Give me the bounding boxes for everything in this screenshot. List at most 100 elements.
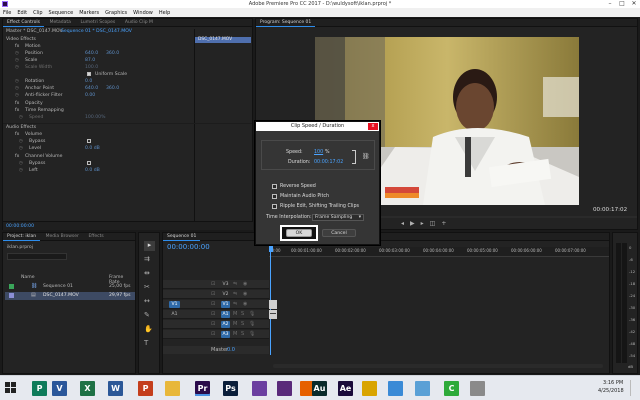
master-value[interactable]: 0.0 <box>227 347 235 353</box>
col-name[interactable]: Name <box>21 275 35 280</box>
show-desktop-button[interactable] <box>630 380 638 396</box>
after-effects-icon[interactable]: Ae <box>338 381 353 396</box>
list-item[interactable]: ▤ DSC_0147.MOV 29,97 fps <box>5 292 135 300</box>
drawing-icon[interactable] <box>470 381 485 396</box>
stopwatch-icon[interactable]: ◷ <box>15 58 19 63</box>
pen-tool-icon[interactable]: ✎ <box>144 311 150 319</box>
track-header-a1[interactable]: A1 A1 ⊡ M S 🎙 <box>163 310 269 319</box>
fx-badge-icon[interactable]: fx <box>15 101 19 106</box>
solo-button[interactable]: S <box>241 331 244 337</box>
clock-date[interactable]: 4/25/2018 <box>598 388 624 394</box>
mini-timeline-clip[interactable]: DSC_0147.MOV <box>195 37 251 43</box>
track-label[interactable]: A2 <box>221 321 230 328</box>
sync-lock-icon[interactable]: ⇋ <box>233 301 237 307</box>
project-search-input[interactable] <box>7 253 67 260</box>
slip-tool-icon[interactable]: ↔ <box>144 297 150 305</box>
close-button[interactable]: ✕ <box>628 0 640 8</box>
track-header-a3[interactable]: A3 ⊡ M S 🎙 <box>163 330 269 339</box>
fx-badge-icon[interactable]: fx <box>15 132 19 137</box>
menu-clip[interactable]: Clip <box>30 8 45 16</box>
tab-audio-clip-mixer[interactable]: Audio Clip M <box>121 19 157 27</box>
stopwatch-icon[interactable]: ◷ <box>19 115 23 120</box>
ok-button[interactable]: OK <box>286 229 312 237</box>
effect-controls-timecode[interactable]: 00:00:00:00 <box>6 224 34 229</box>
lock-icon[interactable]: ⊡ <box>211 311 215 317</box>
photoshop-icon[interactable]: Ps <box>223 381 238 396</box>
track-label[interactable]: V1 <box>221 301 230 308</box>
step-forward-icon[interactable]: ▸ <box>421 220 430 227</box>
motion-effect-label[interactable]: Motion <box>25 44 41 49</box>
file-explorer-icon[interactable] <box>165 381 180 396</box>
audio-clip-a1[interactable] <box>269 310 277 319</box>
excel-icon[interactable]: X <box>80 381 95 396</box>
stopwatch-icon[interactable]: ◷ <box>19 161 23 166</box>
time-remapping-label[interactable]: Time Remapping <box>25 108 64 113</box>
mic-icon[interactable]: 🎙 <box>249 311 255 317</box>
selection-tool-icon[interactable]: ▸ <box>144 241 155 251</box>
master-clip-label[interactable]: Master * DSC_0147.MOV <box>6 29 63 34</box>
anchor-x-value[interactable]: 640.0 <box>85 86 98 91</box>
eye-icon[interactable]: ◉ <box>243 281 247 287</box>
stopwatch-icon[interactable]: ◷ <box>15 93 19 98</box>
track-header-v3[interactable]: V3 ⊡ ⇋ ◉ <box>163 280 269 289</box>
play-icon[interactable]: ▶ <box>410 220 421 227</box>
tab-sequence[interactable]: Sequence 01 <box>163 233 201 241</box>
menu-file[interactable]: File <box>0 8 14 16</box>
time-ruler[interactable]: 00:00 00:00:01:00:00 00:00:02:00:00 00:0… <box>269 247 609 257</box>
position-y-value[interactable]: 360.0 <box>106 51 119 56</box>
left-value[interactable]: 0.0 dB <box>85 168 100 173</box>
stopwatch-icon[interactable]: ◷ <box>15 51 19 56</box>
stopwatch-icon[interactable]: ◷ <box>19 139 23 144</box>
video-clip-v1[interactable] <box>269 300 277 309</box>
maintain-pitch-checkbox[interactable] <box>272 194 277 199</box>
paint-icon[interactable] <box>388 381 403 396</box>
anti-flicker-value[interactable]: 0.00 <box>85 93 95 98</box>
eye-icon[interactable]: ◉ <box>243 291 247 297</box>
tab-effect-controls[interactable]: Effect Controls <box>3 19 44 27</box>
opacity-effect-label[interactable]: Opacity <box>25 101 43 106</box>
dialog-close-button[interactable]: x <box>368 123 378 130</box>
tab-effects[interactable]: Effects <box>84 233 107 241</box>
time-interpolation-dropdown[interactable]: Frame Sampling ▾ <box>312 214 364 221</box>
menu-edit[interactable]: Edit <box>14 8 30 16</box>
menu-sequence[interactable]: Sequence <box>46 8 77 16</box>
powerpoint-icon[interactable]: P <box>138 381 153 396</box>
type-tool-icon[interactable]: T <box>144 339 148 347</box>
tab-metadata[interactable]: Metadata <box>46 19 75 27</box>
settings-icon[interactable]: + <box>441 220 452 227</box>
lock-icon[interactable]: ⊡ <box>211 301 215 307</box>
lock-icon[interactable]: ⊡ <box>211 321 215 327</box>
position-x-value[interactable]: 640.0 <box>85 51 98 56</box>
stopwatch-icon[interactable]: ◷ <box>15 86 19 91</box>
solo-button[interactable]: S <box>241 321 244 327</box>
mute-button[interactable]: M <box>233 331 237 337</box>
solo-button[interactable]: S <box>241 311 244 317</box>
razor-tool-icon[interactable]: ✂ <box>144 283 150 291</box>
track-label[interactable]: V2 <box>221 291 230 298</box>
lock-icon[interactable]: ⊡ <box>211 281 215 287</box>
word-icon[interactable]: W <box>108 381 123 396</box>
cancel-button[interactable]: Cancel <box>322 229 356 237</box>
scale-width-value[interactable]: 100.0 <box>85 65 98 70</box>
eye-icon[interactable]: ◉ <box>243 301 247 307</box>
visio-icon[interactable]: V <box>52 381 67 396</box>
ripple-edit-checkbox[interactable] <box>272 204 277 209</box>
anchor-y-value[interactable]: 360.0 <box>106 86 119 91</box>
link-chain-icon[interactable]: ⛓ <box>362 153 370 160</box>
stopwatch-icon[interactable]: ◷ <box>15 79 19 84</box>
publisher-icon[interactable]: P <box>32 381 47 396</box>
list-item[interactable]: ⛓ Sequence 01 25,00 fps <box>5 283 135 291</box>
track-select-tool-icon[interactable]: ⇉ <box>144 255 150 263</box>
tab-program[interactable]: Program: Sequence 01 <box>256 19 316 27</box>
mute-button[interactable]: M <box>233 311 237 317</box>
minimize-button[interactable]: – <box>604 0 616 8</box>
sync-lock-icon[interactable]: ⇋ <box>233 281 237 287</box>
track-label[interactable]: V3 <box>221 281 230 288</box>
volume-effect-label[interactable]: Volume <box>25 132 42 137</box>
export-frame-icon[interactable]: ◫ <box>430 220 442 227</box>
fx-badge-icon[interactable]: fx <box>15 108 19 113</box>
source-patch-v1[interactable]: V1 <box>169 301 180 308</box>
timeline-scrollbar[interactable] <box>273 364 603 368</box>
maximize-button[interactable]: □ <box>616 0 628 8</box>
menu-window[interactable]: Window <box>130 8 156 16</box>
